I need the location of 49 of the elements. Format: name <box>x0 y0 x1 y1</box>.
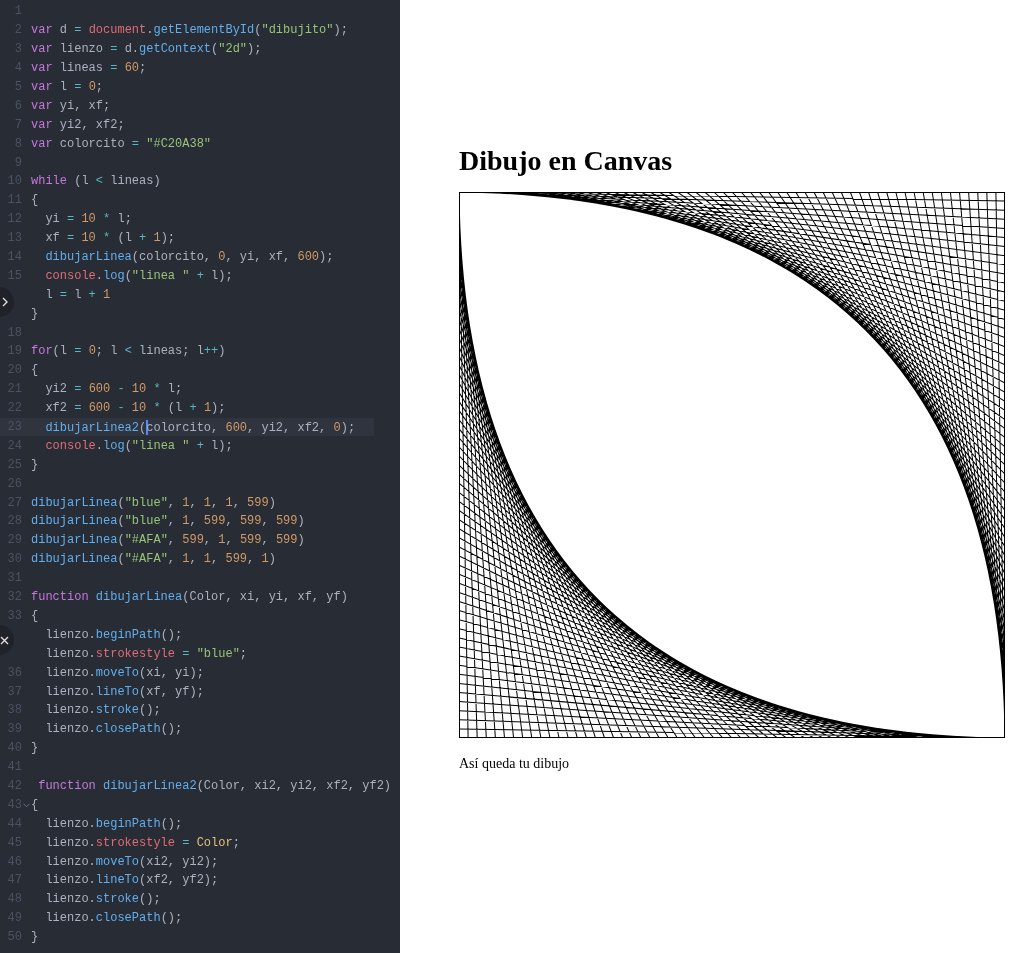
code-line: lienzo.lineTo(xf, yf); <box>44 684 204 699</box>
code-line: } <box>31 930 39 945</box>
code-line: dibujarLinea("blue", 1, 599, 599, 599) <box>31 514 305 529</box>
code-editor[interactable] <box>0 0 400 953</box>
caption: Así queda tu dibujo <box>459 755 571 772</box>
code-line: function dibujarLinea2(Color, xi2, yi2, xf2, yf2) <box>37 778 392 793</box>
code-line: var lineas = 60; <box>31 61 147 76</box>
fold-chevron-icon[interactable] <box>23 802 30 808</box>
code-line: } <box>31 457 39 472</box>
code-line: var yi2, xf2; <box>31 117 125 132</box>
page-heading: Dibujo en Canvas <box>459 144 674 178</box>
code-line: { <box>31 363 39 378</box>
code-line: } <box>31 306 39 321</box>
code-line: l = l + 1 <box>44 287 111 302</box>
code-line: lienzo.beginPath(); <box>44 816 183 831</box>
code-line: for(l = 0; l < lineas; l++) <box>31 344 226 359</box>
code-line: dibujarLinea("blue", 1, 1, 1, 599) <box>31 495 276 510</box>
close-icon <box>0 635 9 645</box>
code-line: lienzo.strokestyle = Color; <box>44 835 240 850</box>
code-line: console.log("linea " + l); <box>44 438 233 453</box>
code-line: lienzo.closePath(); <box>44 722 183 737</box>
code-line: var d = document.getElementById("dibujito"); <box>31 23 348 38</box>
code-line: lienzo.moveTo(xi2, yi2); <box>44 854 219 869</box>
code-line: lienzo.stroke(); <box>44 892 161 907</box>
code-line: dibujarLinea("#AFA", 599, 1, 599, 599) <box>31 533 305 548</box>
code-line: yi2 = 600 - 10 * l; <box>44 382 183 397</box>
code-line: xf = 10 * (l + 1); <box>44 231 176 246</box>
code-line: xf2 = 600 - 10 * (l + 1); <box>44 401 226 416</box>
code-line: lienzo.closePath(); <box>44 911 183 926</box>
code-line: while (l < lineas) <box>31 174 161 189</box>
code-line: lienzo.lineTo(xf2, yf2); <box>44 873 219 888</box>
code-line: { <box>31 797 39 812</box>
code-line: { <box>31 608 39 623</box>
code-line: console.log("linea " + l); <box>44 268 233 283</box>
code-line: lienzo.moveTo(xi, yi); <box>44 665 204 680</box>
code-line: { <box>31 193 39 208</box>
code-line: var lienzo = d.getContext("2d"); <box>31 42 262 57</box>
code-line: dibujarLinea("#AFA", 1, 1, 599, 1) <box>31 552 276 567</box>
code-line: } <box>31 741 39 756</box>
chevron-icon <box>1 297 9 307</box>
code-line: lienzo.beginPath(); <box>44 627 183 642</box>
code-line: var colorcito = "#C20A38" <box>31 136 212 151</box>
code-line: var yi, xf; <box>31 98 111 113</box>
code-line: function dibujarLinea(Color, xi, yi, xf, yf) <box>31 590 348 605</box>
code-line: yi = 10 * l; <box>44 212 132 227</box>
code-line: lienzo.stroke(); <box>44 703 161 718</box>
code-line: dibujarLinea(colorcito, 0, yi, xf, 600); <box>44 250 334 264</box>
code-line: var l = 0; <box>31 80 104 94</box>
code-line: lienzo.strokestyle = "blue"; <box>44 646 248 661</box>
